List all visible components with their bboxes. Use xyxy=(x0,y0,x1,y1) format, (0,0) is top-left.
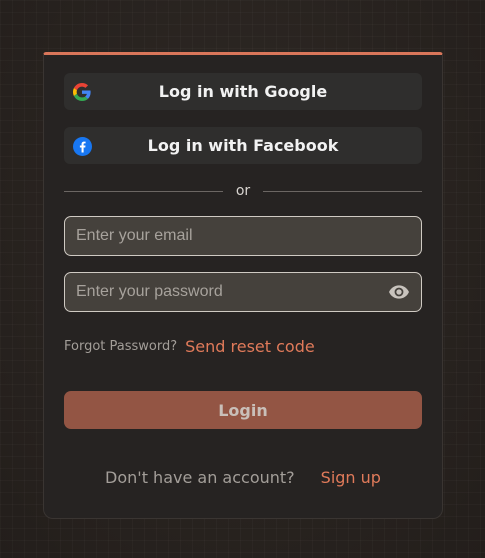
facebook-login-label: Log in with Facebook xyxy=(147,136,339,155)
forgot-password-text: Forgot Password? xyxy=(64,339,178,354)
password-field-wrapper xyxy=(64,272,422,312)
google-icon xyxy=(72,82,92,102)
divider-line-left xyxy=(64,190,223,192)
signup-row: Don't have an account? Sign up xyxy=(44,468,442,487)
login-button[interactable]: Login xyxy=(64,391,422,429)
divider-line-right xyxy=(263,190,423,192)
password-input[interactable] xyxy=(65,273,421,311)
google-login-label: Log in with Google xyxy=(158,82,328,101)
sign-up-link[interactable]: Sign up xyxy=(321,468,381,487)
facebook-login-button[interactable]: Log in with Facebook xyxy=(64,127,422,164)
send-reset-code-link[interactable]: Send reset code xyxy=(185,337,315,356)
signup-prompt: Don't have an account? xyxy=(105,468,295,487)
google-login-button[interactable]: Log in with Google xyxy=(64,73,422,110)
divider-text: or xyxy=(235,183,251,199)
facebook-icon xyxy=(72,136,92,156)
email-input[interactable] xyxy=(65,217,421,255)
email-field-wrapper xyxy=(64,216,422,256)
or-divider: or xyxy=(64,180,423,202)
login-card: Log in with Google Log in with Facebook … xyxy=(43,52,443,519)
forgot-password-row: Forgot Password? Send reset code xyxy=(64,337,315,356)
eye-icon[interactable] xyxy=(389,284,409,300)
